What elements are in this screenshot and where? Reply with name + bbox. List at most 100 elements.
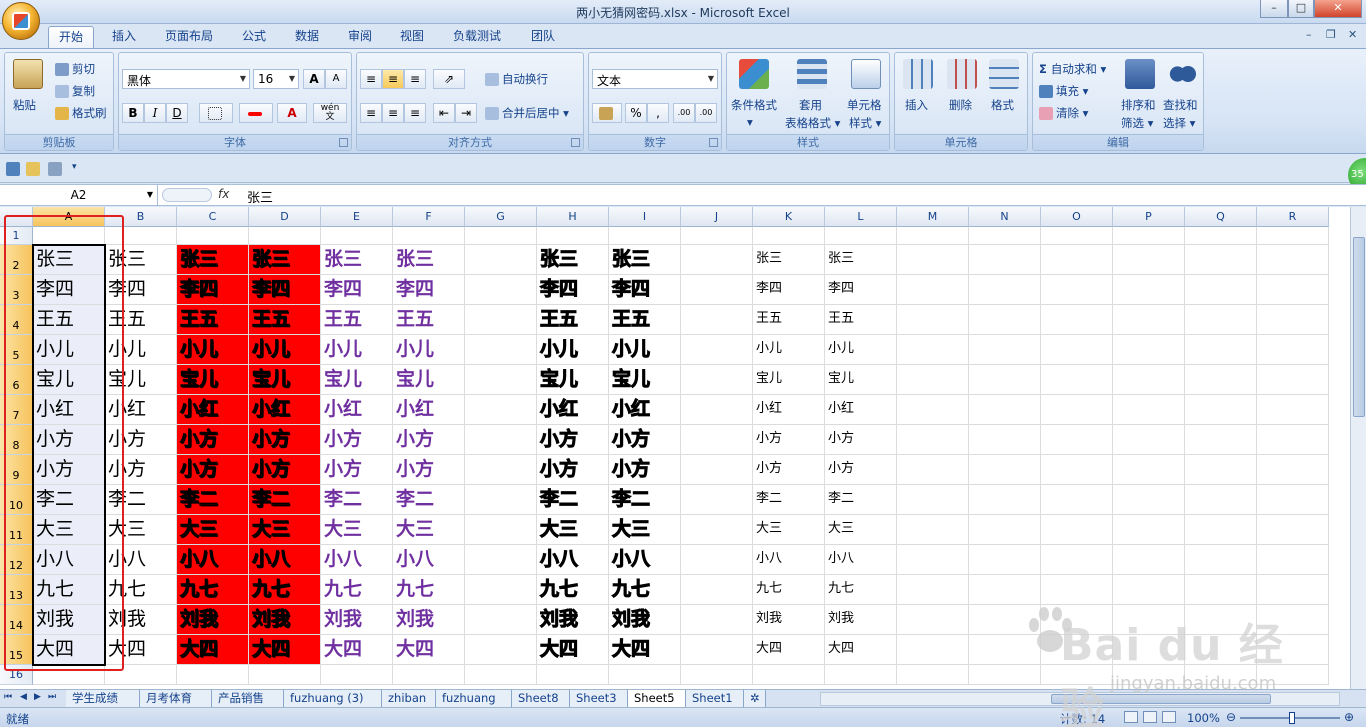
cell-r5[interactable] xyxy=(1257,335,1329,365)
cell-a4[interactable]: 王五 xyxy=(33,305,105,335)
cell-d6[interactable]: 宝儿 xyxy=(249,365,321,395)
cell-a3[interactable]: 李四 xyxy=(33,275,105,305)
workbook-close-icon[interactable]: ✕ xyxy=(1348,28,1357,41)
cell-e9[interactable]: 小方 xyxy=(321,455,393,485)
cell-j14[interactable] xyxy=(681,605,753,635)
cell-l5[interactable]: 小儿 xyxy=(825,335,897,365)
cell-n5[interactable] xyxy=(969,335,1041,365)
cell-r4[interactable] xyxy=(1257,305,1329,335)
cell-d2[interactable]: 张三 xyxy=(249,245,321,275)
cell-e2[interactable]: 张三 xyxy=(321,245,393,275)
cell-n9[interactable] xyxy=(969,455,1041,485)
cell-l6[interactable]: 宝儿 xyxy=(825,365,897,395)
cell-j3[interactable] xyxy=(681,275,753,305)
print-icon[interactable] xyxy=(48,162,62,176)
cell-n2[interactable] xyxy=(969,245,1041,275)
cell-a10[interactable]: 李二 xyxy=(33,485,105,515)
sheet-tab-sheet1[interactable]: Sheet1 xyxy=(686,690,744,708)
cell-r11[interactable] xyxy=(1257,515,1329,545)
cell-d10[interactable]: 李二 xyxy=(249,485,321,515)
insert-function-icon[interactable]: fx xyxy=(218,187,229,201)
cell-i16[interactable] xyxy=(609,665,681,685)
cell-a2[interactable]: 张三 xyxy=(33,245,105,275)
horizontal-scrollbar[interactable] xyxy=(820,692,1340,706)
cell-o8[interactable] xyxy=(1041,425,1113,455)
cell-h9[interactable]: 小方 xyxy=(537,455,609,485)
increase-decimal-button[interactable]: .00 xyxy=(673,103,695,123)
cell-e6[interactable]: 宝儿 xyxy=(321,365,393,395)
cell-r16[interactable] xyxy=(1257,665,1329,685)
zoom-level[interactable]: 100% xyxy=(1187,711,1220,725)
cell-l8[interactable]: 小方 xyxy=(825,425,897,455)
cell-c7[interactable]: 小红 xyxy=(177,395,249,425)
cell-c2[interactable]: 张三 xyxy=(177,245,249,275)
cell-r2[interactable] xyxy=(1257,245,1329,275)
row-header-3[interactable]: 3 xyxy=(0,275,33,305)
cell-j13[interactable] xyxy=(681,575,753,605)
column-header-f[interactable]: F xyxy=(393,207,465,227)
cell-e4[interactable]: 王五 xyxy=(321,305,393,335)
column-header-h[interactable]: H xyxy=(537,207,609,227)
cell-q1[interactable] xyxy=(1185,227,1257,245)
cell-a8[interactable]: 小方 xyxy=(33,425,105,455)
cell-d9[interactable]: 小方 xyxy=(249,455,321,485)
cell-g14[interactable] xyxy=(465,605,537,635)
cell-n12[interactable] xyxy=(969,545,1041,575)
column-header-n[interactable]: N xyxy=(969,207,1041,227)
cell-l15[interactable]: 大四 xyxy=(825,635,897,665)
cell-e7[interactable]: 小红 xyxy=(321,395,393,425)
cell-c9[interactable]: 小方 xyxy=(177,455,249,485)
cell-j1[interactable] xyxy=(681,227,753,245)
cell-i15[interactable]: 大四 xyxy=(609,635,681,665)
sort-filter-button[interactable]: 筛选 ▾ xyxy=(1121,115,1153,131)
cell-d11[interactable]: 大三 xyxy=(249,515,321,545)
insert-sheet-icon[interactable]: ✲ xyxy=(744,690,766,708)
cell-n6[interactable] xyxy=(969,365,1041,395)
cell-g4[interactable] xyxy=(465,305,537,335)
cell-p7[interactable] xyxy=(1113,395,1185,425)
sheet-tab-zhiban[interactable]: zhiban xyxy=(382,690,436,708)
column-header-c[interactable]: C xyxy=(177,207,249,227)
column-header-i[interactable]: I xyxy=(609,207,681,227)
cell-k15[interactable]: 大四 xyxy=(753,635,825,665)
italic-button[interactable]: I xyxy=(144,103,166,123)
cell-e14[interactable]: 刘我 xyxy=(321,605,393,635)
cell-m11[interactable] xyxy=(897,515,969,545)
cell-d16[interactable] xyxy=(249,665,321,685)
cell-q9[interactable] xyxy=(1185,455,1257,485)
cell-l12[interactable]: 小八 xyxy=(825,545,897,575)
cell-g16[interactable] xyxy=(465,665,537,685)
format-cells-button[interactable]: 格式 xyxy=(991,97,1014,113)
save-icon[interactable] xyxy=(6,162,20,176)
cell-g2[interactable] xyxy=(465,245,537,275)
cell-m2[interactable] xyxy=(897,245,969,275)
row-header-14[interactable]: 14 xyxy=(0,605,33,635)
cell-l7[interactable]: 小红 xyxy=(825,395,897,425)
cell-i3[interactable]: 李四 xyxy=(609,275,681,305)
cell-c6[interactable]: 宝儿 xyxy=(177,365,249,395)
cell-q7[interactable] xyxy=(1185,395,1257,425)
formula-bar-resize-handle[interactable] xyxy=(162,188,212,202)
align-right-button[interactable]: ≡ xyxy=(404,103,426,123)
cell-j2[interactable] xyxy=(681,245,753,275)
cell-a15[interactable]: 大四 xyxy=(33,635,105,665)
sheet-tab--[interactable]: 学生成绩 xyxy=(66,690,140,708)
cell-p12[interactable] xyxy=(1113,545,1185,575)
cell-n16[interactable] xyxy=(969,665,1041,685)
ribbon-minimize-icon[interactable]: – xyxy=(1306,28,1312,41)
cell-k8[interactable]: 小方 xyxy=(753,425,825,455)
sheet-tab--[interactable]: 月考体育 xyxy=(140,690,212,708)
cell-k14[interactable]: 刘我 xyxy=(753,605,825,635)
vertical-scrollbar[interactable] xyxy=(1350,207,1366,689)
increase-indent-button[interactable]: ⇥ xyxy=(455,103,477,123)
wrap-text-button[interactable]: 自动换行 xyxy=(485,71,548,87)
cell-f16[interactable] xyxy=(393,665,465,685)
cell-j4[interactable] xyxy=(681,305,753,335)
cell-k1[interactable] xyxy=(753,227,825,245)
row-header-10[interactable]: 10 xyxy=(0,485,33,515)
cell-m14[interactable] xyxy=(897,605,969,635)
number-format-select[interactable]: 文本 ▼ xyxy=(592,69,718,89)
cell-a7[interactable]: 小红 xyxy=(33,395,105,425)
row-header-12[interactable]: 12 xyxy=(0,545,33,575)
cell-a12[interactable]: 小八 xyxy=(33,545,105,575)
